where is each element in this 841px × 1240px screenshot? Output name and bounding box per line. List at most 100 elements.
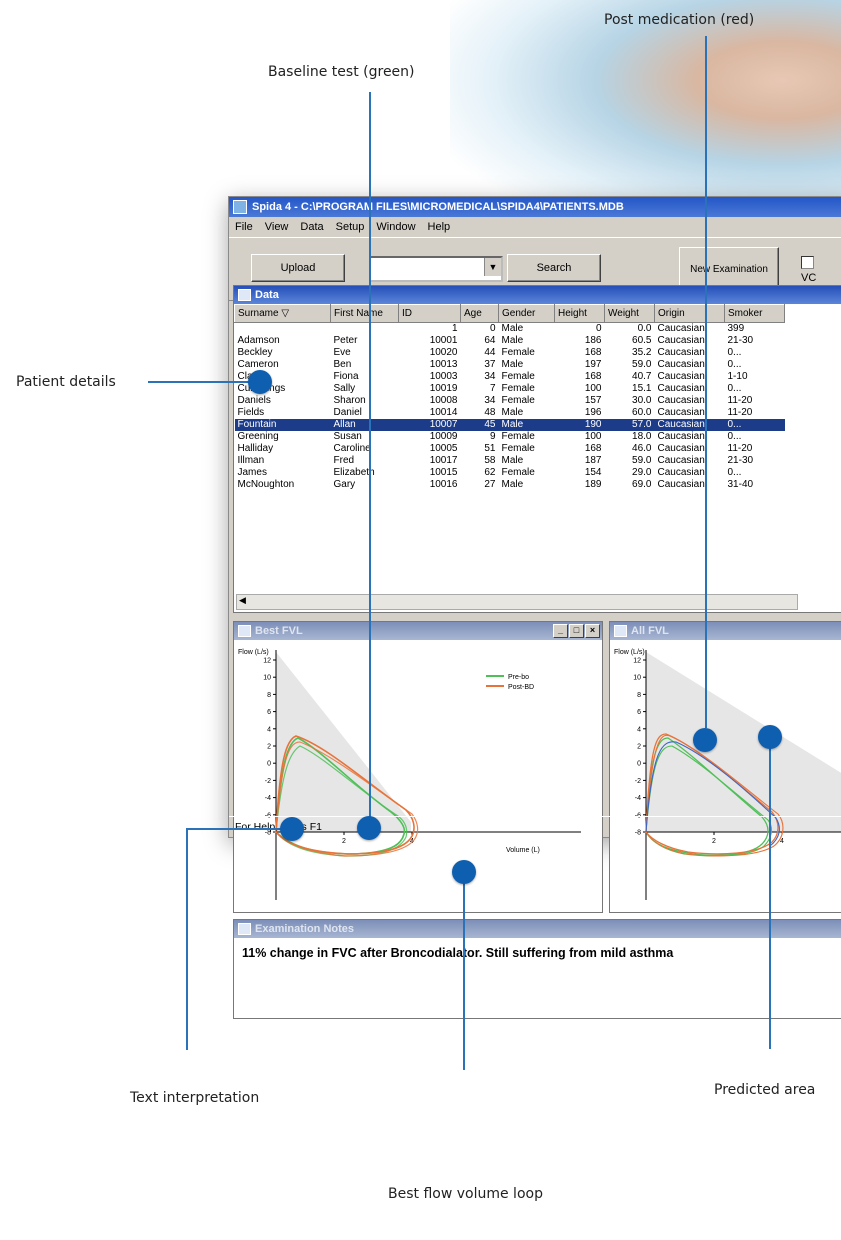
column-header-height[interactable]: Height xyxy=(554,304,605,323)
vc-checkbox[interactable] xyxy=(801,256,814,269)
chevron-down-icon[interactable]: ▼ xyxy=(484,258,501,276)
best-fvl-chart: 121086420-2-4-6-8 24 Flow (L/s) Volume (… xyxy=(238,649,581,900)
table-cell: 60.5 xyxy=(632,335,652,346)
table-row[interactable]: Illman Fred 10017 58 Male 187 59.0 Caucasian 21-… xyxy=(235,455,785,467)
all-fvl-title-bar[interactable]: All FVL xyxy=(610,622,841,640)
horizontal-scrollbar[interactable]: ◀ xyxy=(236,594,798,610)
table-row[interactable]: Fountain Allan 10007 45 Male 190 57.0 Caucasian… xyxy=(234,419,785,431)
notes-text[interactable]: 11% change in FVC after Broncodialator. … xyxy=(242,946,673,960)
app-icon xyxy=(233,200,247,214)
table-cell: James xyxy=(237,467,267,478)
column-header-age[interactable]: Age xyxy=(460,304,499,323)
table-cell: 27 xyxy=(484,479,496,490)
column-header-first-name[interactable]: First Name xyxy=(330,304,399,323)
table-cell: Caucasian xyxy=(657,395,705,406)
table-cell: 35.2 xyxy=(632,347,652,358)
table-cell: 168 xyxy=(584,347,602,358)
menu-file[interactable]: File xyxy=(235,221,253,233)
table-cell: 44 xyxy=(484,347,496,358)
table-cell: 0... xyxy=(727,467,742,478)
table-row[interactable]: Greening Susan 10009 9 Female 100 18.0 Caucasia… xyxy=(235,431,785,443)
y-tick-label: 8 xyxy=(267,692,271,699)
menu-help[interactable]: Help xyxy=(428,221,451,233)
callout-line-predicted-area xyxy=(769,737,771,1049)
maximize-icon[interactable]: □ xyxy=(569,624,584,638)
table-cell: 186 xyxy=(584,335,602,346)
column-header-origin[interactable]: Origin xyxy=(654,304,725,323)
table-row[interactable]: McNoughton Gary 10016 27 Male 189 69.0 Caucasia… xyxy=(235,479,785,491)
table-cell xyxy=(235,323,331,336)
y-tick-label: 2 xyxy=(637,744,641,751)
search-label: Search xyxy=(536,262,572,274)
y-tick-label: -2 xyxy=(265,778,271,785)
best-fvl-title-bar[interactable]: Best FVL _ □ × xyxy=(234,622,602,640)
table-row[interactable]: 1 0 Male 0 0.0 Caucasian 399 xyxy=(235,323,785,336)
table-row[interactable]: Fields Daniel 10014 48 Male 196 60.0 Caucasian 1… xyxy=(235,407,785,419)
table-cell: Caucasian xyxy=(657,383,705,394)
y-tick-label: -4 xyxy=(635,795,641,802)
window-controls: _ □ × xyxy=(552,624,600,638)
search-button[interactable]: Search xyxy=(507,254,601,282)
table-cell: 168 xyxy=(584,371,602,382)
title-bar[interactable]: Spida 4 - C:\PROGRAM FILES\MICROMEDICAL\… xyxy=(229,197,841,217)
table-cell: 187 xyxy=(584,455,602,466)
menu-view[interactable]: View xyxy=(265,221,289,233)
table-row[interactable]: Halliday Caroline 10005 51 Female 168 46.0 Cauc… xyxy=(235,443,785,455)
table-row[interactable]: Adamson Peter 10001 64 Male 186 60.5 Caucasian 2… xyxy=(235,335,785,347)
close-icon[interactable]: × xyxy=(585,624,600,638)
upload-button[interactable]: Upload xyxy=(251,254,345,282)
y-tick-label: 10 xyxy=(263,675,271,682)
table-cell: 59.0 xyxy=(632,359,652,370)
table-row[interactable]: Daniels Sharon 10008 34 Female 157 30.0 Caucasi… xyxy=(235,395,785,407)
table-cell: Caucasian xyxy=(657,467,705,478)
menu-data[interactable]: Data xyxy=(300,221,323,233)
table-cell: Male xyxy=(501,359,524,370)
table-cell: 18.0 xyxy=(632,431,652,442)
table-cell: Female xyxy=(501,395,535,406)
table-cell: 1-10 xyxy=(727,371,748,382)
data-panel-title-bar[interactable]: Data xyxy=(234,286,841,304)
data-panel-title: Data xyxy=(255,289,279,301)
table-cell: Allan xyxy=(330,419,399,431)
table-cell: 168 xyxy=(584,443,602,454)
table-cell: 0 xyxy=(489,323,496,334)
callout-post-medication: Post medication (red) xyxy=(604,12,755,28)
table-cell: 60.0 xyxy=(632,407,652,418)
table-cell: Male xyxy=(501,323,524,334)
x-tick-label: 2 xyxy=(342,838,346,845)
table-cell: 157 xyxy=(584,395,602,406)
column-header-weight[interactable]: Weight xyxy=(604,304,655,323)
table-cell: 15.1 xyxy=(632,383,652,394)
column-header-surname[interactable]: Surname ▽ xyxy=(234,304,331,323)
table-row[interactable]: Beckley Eve 10020 44 Female 168 35.2 Caucasian 0… xyxy=(235,347,785,359)
minimize-icon[interactable]: _ xyxy=(553,624,568,638)
table-cell: 10017 xyxy=(429,455,458,466)
column-header-gender[interactable]: Gender xyxy=(498,304,555,323)
all-fvl-title: All FVL xyxy=(631,625,669,637)
column-header-id[interactable]: ID xyxy=(398,304,461,323)
table-cell: Fred xyxy=(333,455,355,466)
y-tick-label: 4 xyxy=(637,726,641,733)
table-cell: 69.0 xyxy=(632,479,652,490)
scroll-left-arrow-icon[interactable]: ◀ xyxy=(239,595,246,606)
y-axis-label: Flow (L/s) xyxy=(614,649,645,656)
notes-title-bar[interactable]: Examination Notes xyxy=(234,920,841,938)
table-row[interactable]: Cameron Ben 10013 37 Male 197 59.0 Caucasian 0..… xyxy=(235,359,785,371)
table-cell: 57.0 xyxy=(604,419,655,431)
patient-search-combo[interactable]: ▼ xyxy=(369,256,503,282)
table-row[interactable]: ClarkeFiona1000334Female16840.7Caucasian… xyxy=(235,371,785,383)
table-cell: 154 xyxy=(584,467,602,478)
table-cell: 196 xyxy=(584,407,602,418)
table-cell: Female xyxy=(501,467,535,478)
table-cell: 21-30 xyxy=(727,455,754,466)
table-cell: Female xyxy=(501,443,535,454)
column-header-smoker[interactable]: Smoker xyxy=(724,304,785,323)
table-cell: Caucasian xyxy=(657,335,705,346)
table-cell: 51 xyxy=(484,443,496,454)
callout-patient-details: Patient details xyxy=(16,374,116,390)
table-row[interactable]: James Elizabeth 10015 62 Female 154 29.0 Caucas… xyxy=(235,467,785,479)
y-tick-label: -4 xyxy=(265,795,271,802)
table-row[interactable]: CummingsSally100197Female10015.1Caucasia… xyxy=(235,383,785,395)
menu-window[interactable]: Window xyxy=(376,221,415,233)
menu-setup[interactable]: Setup xyxy=(336,221,365,233)
